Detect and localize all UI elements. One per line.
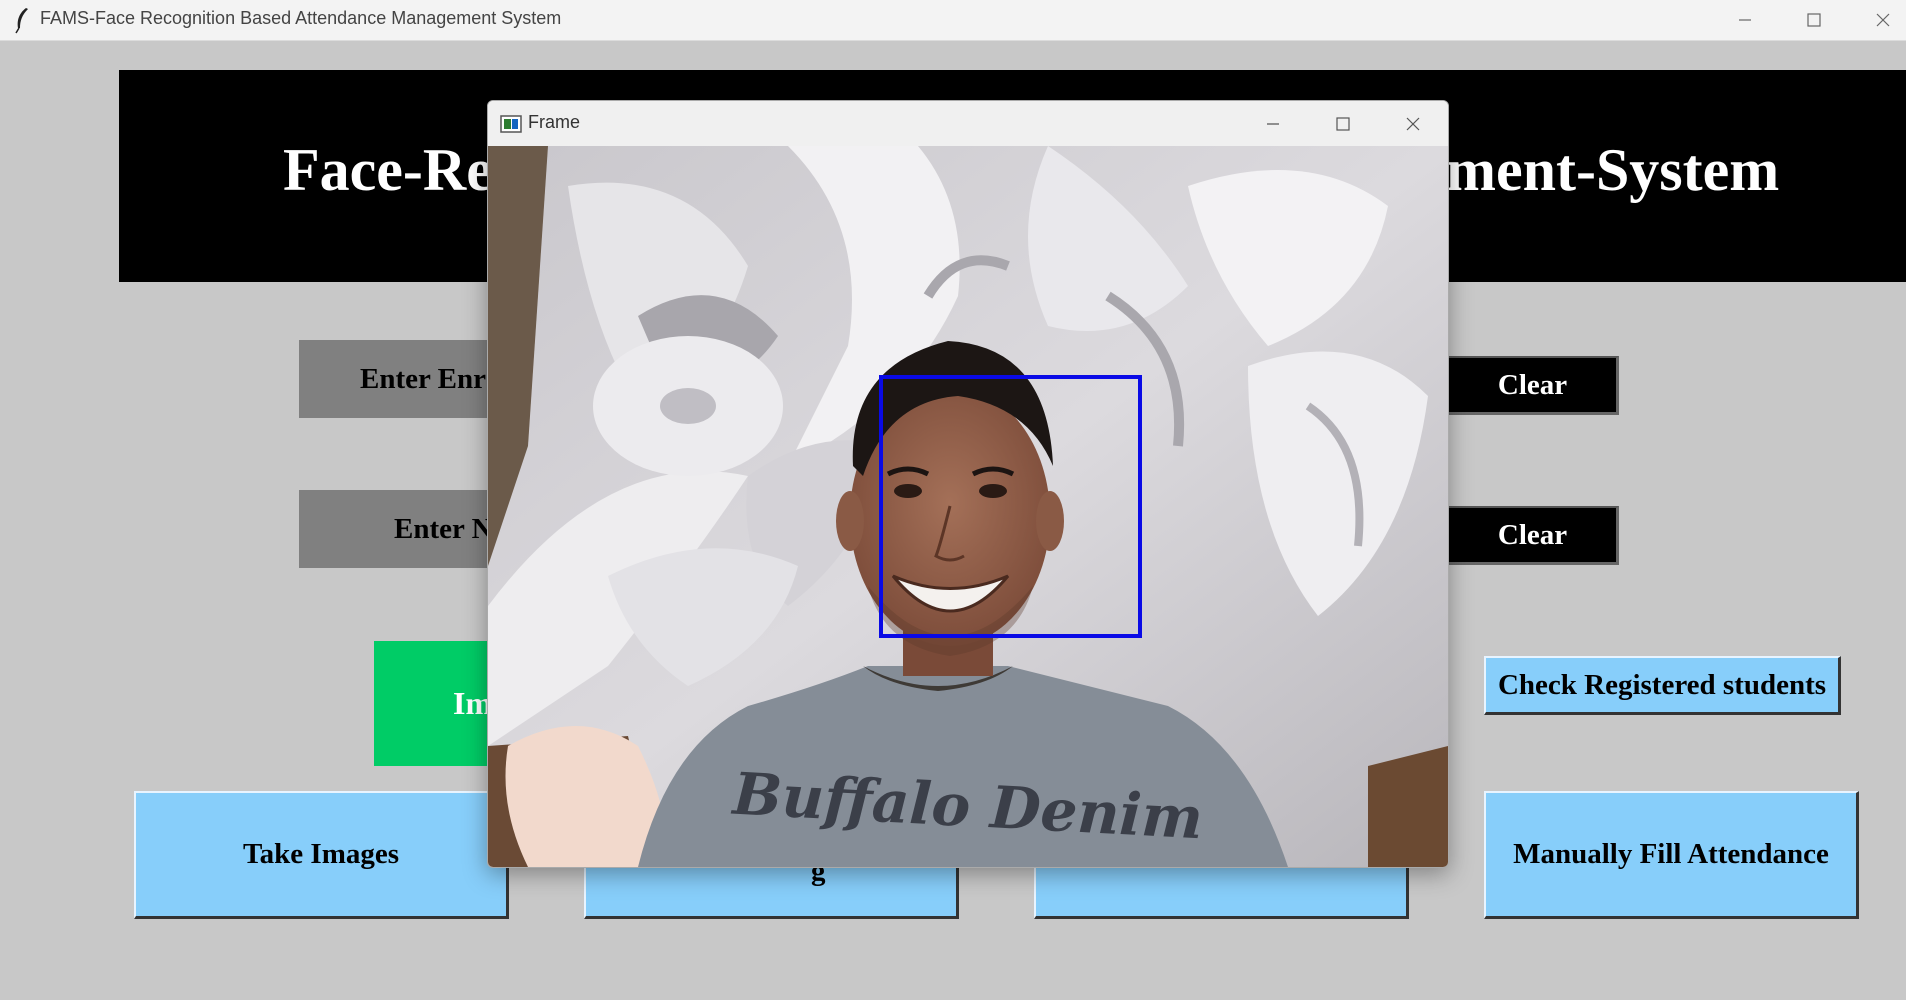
frame-window-icon [500, 115, 522, 133]
frame-close-button[interactable] [1378, 101, 1448, 146]
minimize-icon [1739, 19, 1751, 21]
images-button[interactable]: Im [374, 641, 489, 766]
name-label: Enter N [299, 490, 489, 568]
check-registered-students-button[interactable]: Check Registered students [1484, 656, 1841, 715]
frame-minimize-button[interactable] [1238, 101, 1308, 146]
close-icon [1876, 13, 1890, 27]
maximize-button[interactable] [1779, 0, 1849, 40]
maximize-icon [1807, 13, 1821, 27]
frame-maximize-button[interactable] [1308, 101, 1378, 146]
take-images-button[interactable]: Take Images [134, 791, 509, 919]
close-button[interactable] [1848, 0, 1906, 40]
window-titlebar: FAMS-Face Recognition Based Attendance M… [0, 0, 1906, 41]
banner-title-right: ment-System [1446, 137, 1780, 203]
minimize-button[interactable] [1710, 0, 1780, 40]
clear-name-button[interactable]: Clear [1447, 506, 1619, 565]
enrollment-label: Enter Enr [299, 340, 489, 418]
close-icon [1406, 117, 1420, 130]
window-title: FAMS-Face Recognition Based Attendance M… [40, 8, 562, 28]
frame-titlebar: Frame [488, 101, 1448, 146]
webcam-image: Buffalo Denim [488, 146, 1448, 867]
feather-icon [15, 8, 28, 34]
maximize-icon [1336, 116, 1350, 131]
minimize-icon [1267, 122, 1279, 125]
frame-title: Frame [528, 112, 581, 132]
manually-fill-attendance-button[interactable]: Manually Fill Attendance [1484, 791, 1859, 919]
frame-window[interactable]: Frame Buffalo Denim [487, 100, 1449, 868]
banner-title-left: Face-Re [283, 137, 493, 203]
clear-enrollment-button[interactable]: Clear [1447, 356, 1619, 415]
camera-feed: Buffalo Denim [488, 146, 1448, 867]
